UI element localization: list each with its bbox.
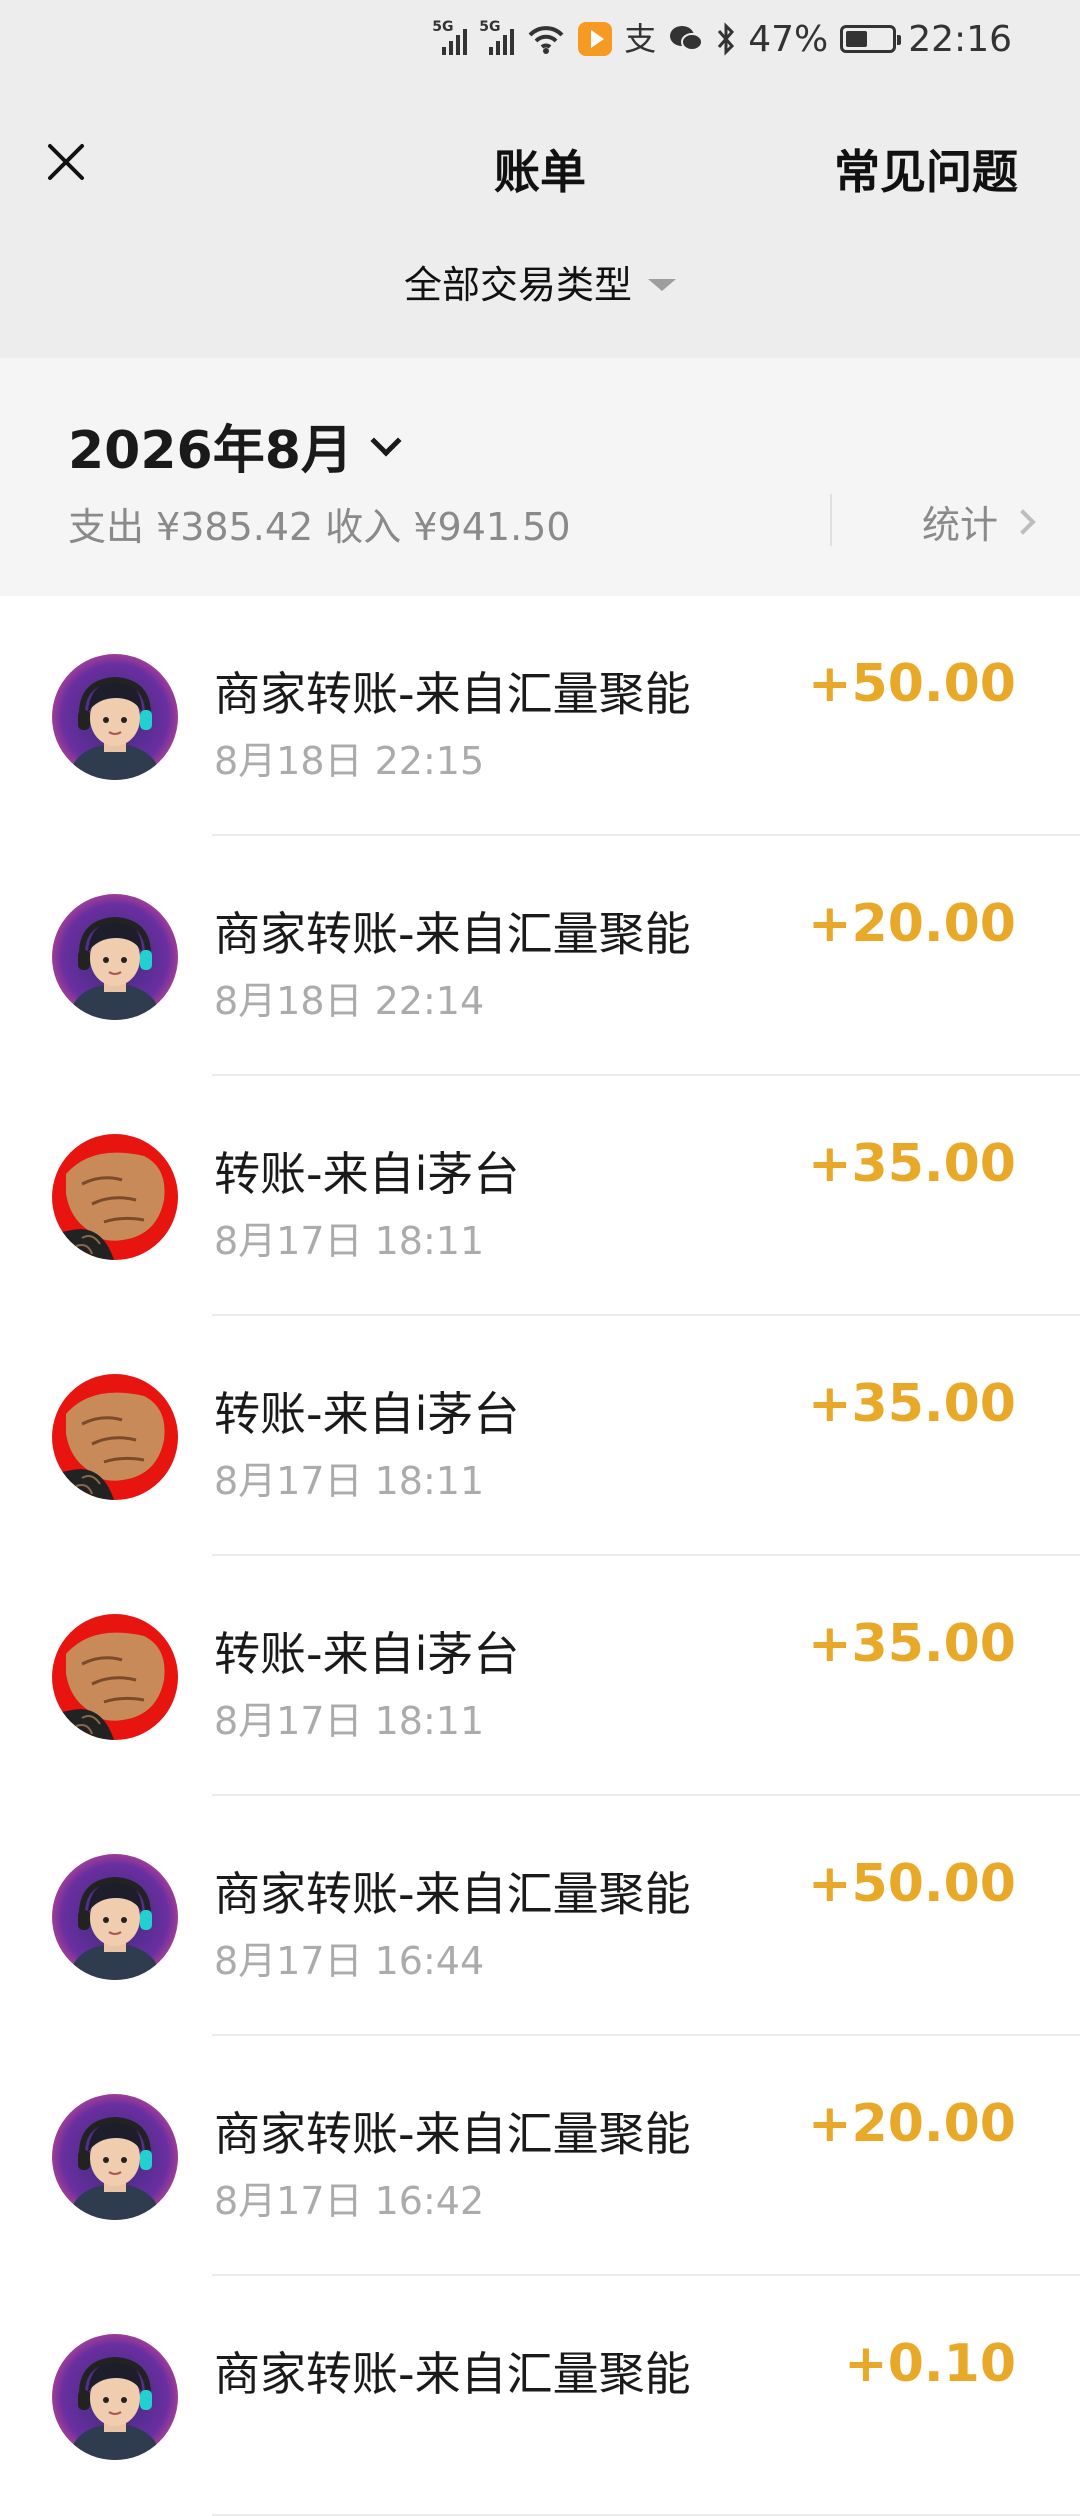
transaction-title: 商家转账-来自汇量聚能	[214, 1867, 691, 1921]
battery-icon	[840, 25, 902, 53]
transaction-time: 8月17日 18:11	[214, 1459, 485, 1503]
transaction-title: 转账-来自i茅台	[214, 1147, 520, 1201]
transaction-amount: +35.00	[807, 1614, 1016, 1674]
transaction-row[interactable]: 商家转账-来自汇量聚能 8月17日 16:42 +20.00	[0, 2036, 1080, 2276]
status-bar: 5G 5G 支 47% 22:16	[0, 0, 1080, 78]
transaction-time: 8月18日 22:14	[214, 979, 485, 1023]
transaction-amount: +20.00	[807, 2094, 1016, 2154]
transaction-title: 商家转账-来自汇量聚能	[214, 667, 691, 721]
transaction-time: 8月17日 18:11	[214, 1699, 485, 1743]
totals-text: 支出 ¥385.42 收入 ¥941.50	[68, 505, 571, 549]
signal-icon: 5G	[432, 19, 468, 55]
month-selector[interactable]: 2026年8月	[68, 408, 402, 483]
clock: 22:16	[908, 18, 1012, 60]
avatar	[52, 1614, 178, 1740]
avatar	[52, 1134, 178, 1260]
battery-percent: 47%	[748, 18, 829, 60]
avatar	[52, 1374, 178, 1500]
transaction-title: 商家转账-来自汇量聚能	[214, 2347, 691, 2401]
transaction-title: 商家转账-来自汇量聚能	[214, 2107, 691, 2161]
signal-icon: 5G	[479, 19, 515, 55]
transaction-amount: +35.00	[807, 1374, 1016, 1434]
transaction-row[interactable]: 转账-来自i茅台 8月17日 18:11 +35.00	[0, 1076, 1080, 1316]
bluetooth-icon	[718, 22, 735, 56]
avatar	[52, 654, 178, 780]
chevron-down-icon	[370, 424, 402, 457]
transaction-title: 商家转账-来自汇量聚能	[214, 907, 691, 961]
avatar	[52, 2334, 178, 2460]
wechat-icon	[670, 26, 704, 51]
transaction-time: 8月18日 22:15	[214, 739, 485, 783]
transaction-amount: +0.10	[844, 2334, 1016, 2394]
transaction-amount: +35.00	[807, 1134, 1016, 1194]
video-app-icon	[578, 22, 613, 56]
avatar	[52, 1854, 178, 1980]
transaction-time: 8月17日 18:11	[214, 1219, 485, 1263]
transaction-amount: +50.00	[807, 1854, 1016, 1914]
transaction-row[interactable]: 转账-来自i茅台 8月17日 18:11 +35.00	[0, 1556, 1080, 1796]
alipay-icon: 支	[624, 20, 657, 58]
faq-link[interactable]: 常见问题	[834, 136, 1018, 202]
transaction-list: 商家转账-来自汇量聚能 8月18日 22:15 +50.00 商家转账-来自汇量聚能…	[0, 596, 1080, 2516]
stats-label: 统计	[921, 503, 998, 547]
header: 账单 常见问题 全部交易类型	[0, 78, 1080, 358]
transaction-row[interactable]: 商家转账-来自汇量聚能 8月18日 22:14 +20.00	[0, 836, 1080, 1076]
transaction-type-filter[interactable]: 全部交易类型	[0, 254, 1080, 309]
transaction-title: 转账-来自i茅台	[214, 1387, 520, 1441]
transaction-row[interactable]: 转账-来自i茅台 8月17日 18:11 +35.00	[0, 1316, 1080, 1556]
transaction-amount: +20.00	[807, 894, 1016, 954]
transaction-row[interactable]: 商家转账-来自汇量聚能 +0.10	[0, 2276, 1080, 2516]
avatar	[52, 2094, 178, 2220]
dropdown-arrow-icon	[648, 278, 676, 291]
transaction-time: 8月17日 16:42	[214, 2179, 485, 2223]
chevron-right-icon	[1010, 508, 1036, 535]
transaction-time: 8月17日 16:44	[214, 1939, 485, 1983]
transaction-title: 转账-来自i茅台	[214, 1627, 520, 1681]
filter-label: 全部交易类型	[403, 263, 632, 307]
month-summary: 2026年8月 支出 ¥385.42 收入 ¥941.50 统计	[0, 358, 1080, 596]
transaction-row[interactable]: 商家转账-来自汇量聚能 8月17日 16:44 +50.00	[0, 1796, 1080, 2036]
transaction-row[interactable]: 商家转账-来自汇量聚能 8月18日 22:15 +50.00	[0, 596, 1080, 836]
transaction-amount: +50.00	[807, 654, 1016, 714]
stats-button[interactable]: 统计	[921, 494, 1036, 549]
month-label: 2026年8月	[68, 421, 353, 481]
avatar	[52, 894, 178, 1020]
divider	[830, 494, 832, 546]
wifi-icon	[528, 26, 564, 54]
